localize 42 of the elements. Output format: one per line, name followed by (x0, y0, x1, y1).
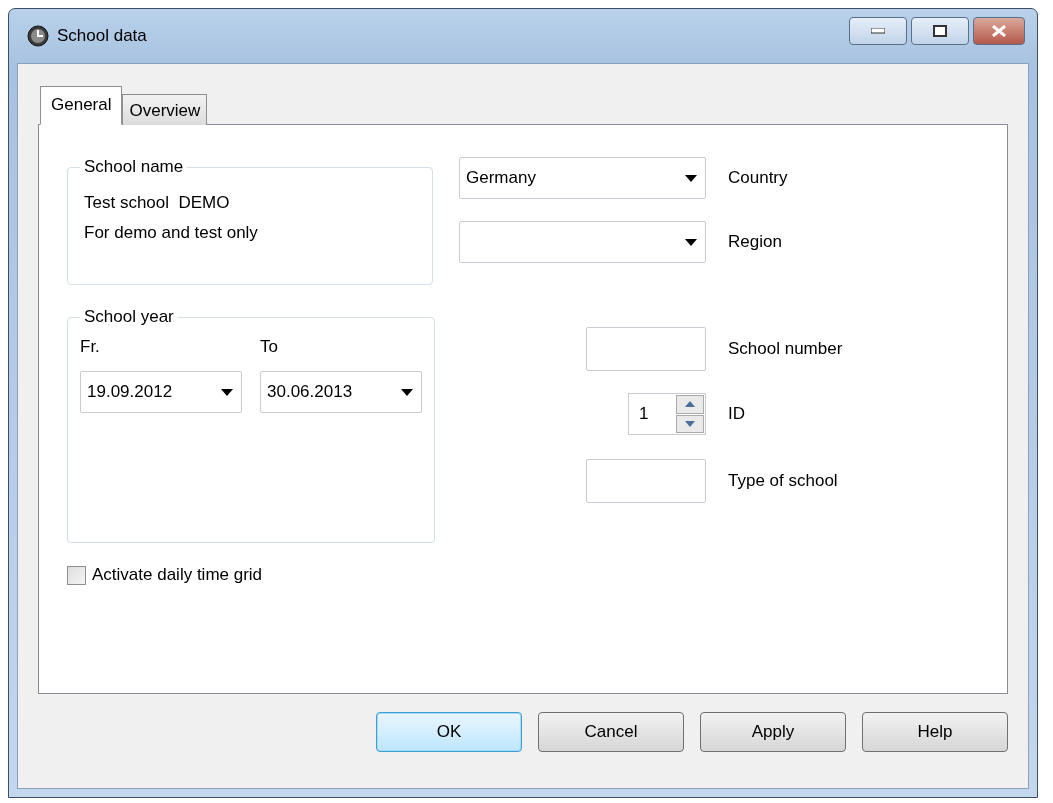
clock-icon (27, 25, 49, 47)
dialog-button[interactable]: Apply (700, 712, 846, 752)
daily-grid-checkbox[interactable]: Activate daily time grid (67, 565, 433, 585)
spin-field[interactable]: 1 (628, 393, 706, 435)
tab[interactable]: General (40, 86, 123, 125)
date-label: To (260, 337, 279, 357)
down-arrow-icon (685, 420, 695, 427)
field-label: Region (728, 232, 783, 252)
field-label: Type of school (728, 471, 839, 491)
group-title: School year (83, 307, 175, 327)
tab[interactable]: Overview (122, 94, 208, 125)
input-field[interactable] (586, 327, 706, 371)
minimize-icon (871, 28, 885, 34)
up-arrow-icon (685, 401, 695, 408)
group-title: School name (83, 157, 185, 177)
spin-down-button[interactable] (676, 414, 704, 433)
checkbox-label: Activate daily time grid (92, 565, 263, 585)
dialog-button[interactable]: Cancel (538, 712, 684, 752)
dialog-button[interactable]: Help (862, 712, 1008, 752)
dropdown-arrow-icon (685, 174, 697, 182)
field-label: ID (728, 404, 746, 424)
date-picker[interactable]: 19.09.2012 (80, 371, 242, 413)
checkbox[interactable] (67, 565, 86, 585)
dialog-button[interactable]: OK (376, 712, 522, 752)
maximize-button[interactable] (911, 17, 969, 45)
school-name-text: Test school DEMO (83, 192, 231, 213)
field-label: Country (728, 168, 789, 188)
minimize-button[interactable] (849, 17, 907, 45)
input-field[interactable] (586, 459, 706, 503)
dropdown-arrow-icon (685, 238, 697, 246)
spin-up-button[interactable] (676, 395, 704, 414)
school-name-text: For demo and test only (83, 222, 259, 243)
close-icon (990, 25, 1008, 37)
dropdown-arrow-icon (221, 388, 233, 396)
date-picker[interactable]: 30.06.2013 (260, 371, 422, 413)
maximize-icon (933, 25, 947, 37)
field-label: School number (728, 339, 843, 359)
dropdown[interactable]: Germany (459, 157, 706, 199)
close-button[interactable] (973, 17, 1025, 45)
window-title: School data (57, 26, 147, 46)
dropdown-arrow-icon (401, 388, 413, 396)
date-label: Fr. (80, 337, 101, 357)
